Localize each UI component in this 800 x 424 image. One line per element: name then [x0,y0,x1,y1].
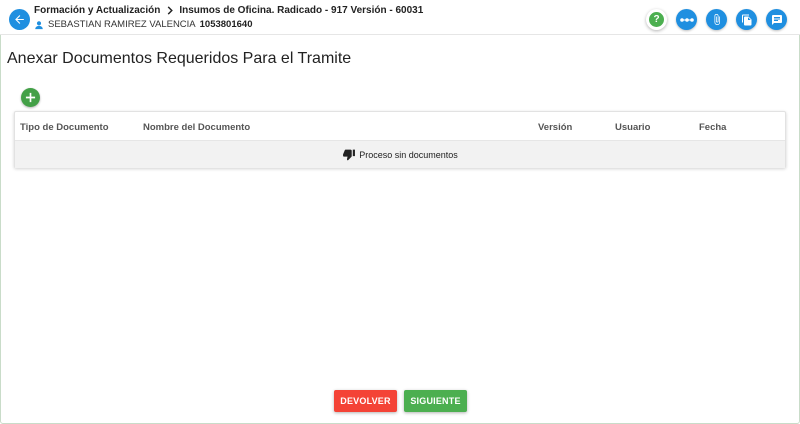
breadcrumb-item-module[interactable]: Formación y Actualización [34,5,160,16]
help-icon: ? [649,12,664,27]
arrow-left-icon [15,15,24,24]
back-button[interactable] [9,9,30,30]
attach-icon [714,14,720,25]
thumb-down-icon [342,148,356,161]
documents-table: Tipo de Documento Nombre del Documento V… [14,111,786,168]
column-header-name[interactable]: Nombre del Documento [143,122,250,133]
column-header-date[interactable]: Fecha [699,122,726,133]
empty-state-text: Proceso sin documentos [359,149,458,160]
breadcrumb: Formación y Actualización Insumos de Ofi… [34,5,423,16]
column-header-user[interactable]: Usuario [615,122,650,133]
flow-button[interactable] [676,9,697,30]
plus-icon [25,92,36,103]
add-document-button[interactable] [21,88,40,107]
person-icon [34,20,44,30]
user-info: SEBASTIAN RAMIREZ VALENCIA 1053801640 [34,19,252,30]
column-header-type[interactable]: Tipo de Documento [20,122,109,133]
user-id: 1053801640 [199,19,253,30]
page-title: Anexar Documentos Requeridos Para el Tra… [7,50,352,67]
table-header: Tipo de Documento Nombre del Documento V… [15,112,785,141]
documents-button[interactable] [736,9,757,30]
toolbar: ? [646,9,787,30]
flow-icon [679,17,694,22]
breadcrumb-item-process: Insumos de Oficina. Radicado - 917 Versi… [179,5,424,16]
user-name: SEBASTIAN RAMIREZ VALENCIA [48,19,196,30]
help-button[interactable]: ? [646,9,667,30]
documents-icon [741,14,751,25]
attach-button[interactable] [706,9,727,30]
chevron-right-icon [166,6,174,15]
next-button[interactable]: SIGUIENTE [404,390,467,412]
empty-state-row: Proceso sin documentos [15,141,785,168]
return-button[interactable]: DEVOLVER [334,390,397,412]
header-bar: Formación y Actualización Insumos de Ofi… [0,0,800,35]
comments-button[interactable] [766,9,787,30]
comments-icon [771,14,782,25]
column-header-version[interactable]: Versión [538,122,572,133]
